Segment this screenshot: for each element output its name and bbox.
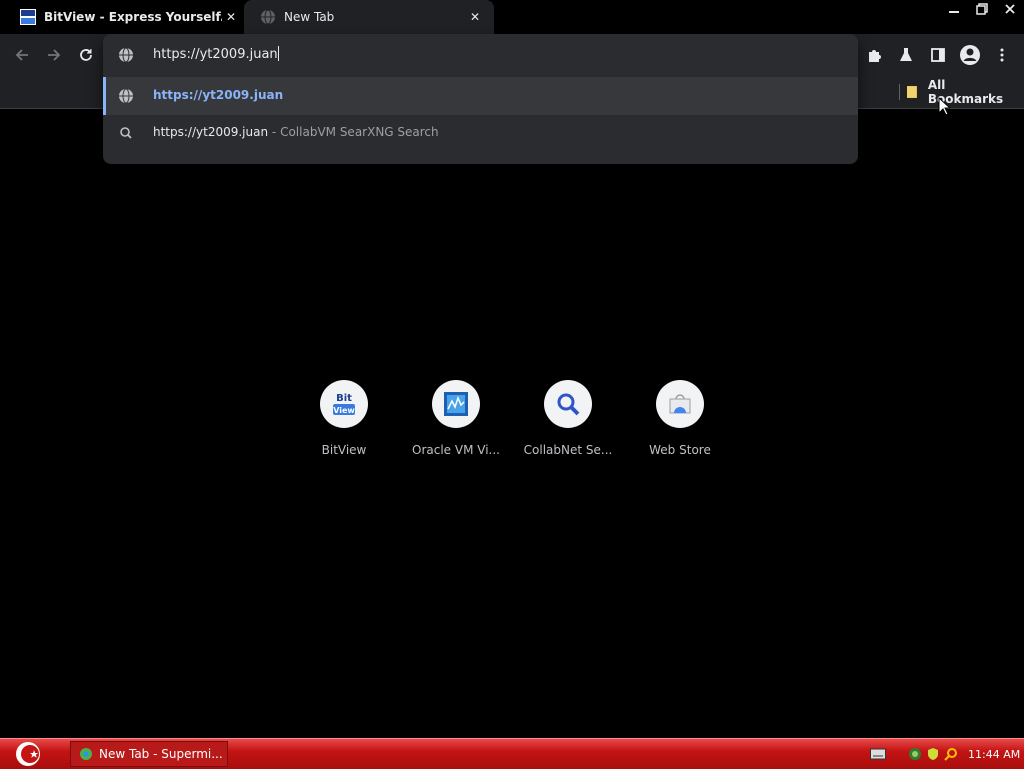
forward-icon[interactable] [42, 43, 66, 67]
shortcut-tile[interactable] [656, 380, 704, 428]
tab-bitview[interactable]: BitView - Express Yourself. ✕ [0, 0, 250, 34]
search-tray-icon[interactable] [944, 747, 958, 761]
bookmarks-divider [899, 84, 900, 100]
start-logo-icon [16, 742, 40, 766]
shortcut-tile[interactable] [544, 380, 592, 428]
shortcut-oracle-vm[interactable]: Oracle VM Vi... [406, 380, 506, 457]
suggestion-item[interactable]: https://yt2009.juan - CollabVM SearXNG S… [103, 114, 858, 152]
taskbar-item-chrome[interactable]: New Tab - Supermi... [70, 741, 228, 767]
search-icon [120, 127, 132, 139]
start-button[interactable] [8, 739, 48, 769]
all-bookmarks-button[interactable]: All Bookmarks [906, 78, 1024, 106]
omnibox-input[interactable]: https://yt2009.juan [153, 46, 279, 62]
reload-icon[interactable] [74, 43, 98, 67]
extensions-icon[interactable] [862, 43, 886, 67]
folder-icon [906, 86, 917, 98]
bitview-favicon-icon [20, 9, 36, 25]
keyboard-icon[interactable] [870, 748, 886, 760]
suggestion-text: https://yt2009.juan - CollabVM SearXNG S… [153, 125, 439, 139]
close-icon[interactable] [996, 0, 1024, 18]
system-tray: 11:44 AM [870, 741, 1020, 767]
tab-title: BitView - Express Yourself. [44, 10, 222, 24]
text-caret [277, 46, 279, 61]
shortcut-label: BitView [321, 443, 367, 457]
minimize-icon[interactable] [940, 0, 968, 18]
globe-icon [119, 47, 133, 63]
globe-icon [119, 88, 133, 104]
omnibox-input-row[interactable]: https://yt2009.juan [103, 34, 858, 76]
shortcut-bitview[interactable]: Bit View BitView [294, 380, 394, 457]
shortcut-tile[interactable] [432, 380, 480, 428]
suggestion-separator: - [271, 125, 277, 139]
suggestion-url: https://yt2009.juan [153, 125, 269, 139]
security-icon[interactable] [926, 747, 940, 761]
mouse-cursor-icon [938, 97, 950, 116]
shortcut-label: Oracle VM Vi... [412, 443, 500, 457]
labs-icon[interactable] [894, 43, 918, 67]
magnifier-icon [557, 393, 580, 416]
webstore-icon [669, 394, 691, 414]
omnibox-dropdown: https://yt2009.juan https://yt2009.juan … [103, 34, 858, 164]
svg-text:Bit: Bit [336, 393, 352, 404]
menu-icon[interactable] [990, 43, 1014, 67]
network-icon[interactable] [908, 747, 922, 761]
tab-close-icon[interactable]: ✕ [222, 8, 240, 26]
restore-icon[interactable] [968, 0, 996, 18]
omnibox-value: https://yt2009.juan [153, 47, 278, 62]
tab-title: New Tab [284, 10, 335, 24]
title-bar: BitView - Express Yourself. ✕ New Tab ✕ [0, 0, 1024, 34]
suggestion-description: CollabVM SearXNG Search [280, 125, 439, 139]
side-panel-icon[interactable] [926, 43, 950, 67]
shortcut-tile[interactable]: Bit View [320, 380, 368, 428]
tab-new-tab[interactable]: New Tab ✕ [244, 0, 494, 34]
suggestion-item[interactable]: https://yt2009.juan [103, 77, 858, 115]
shortcut-collabnet[interactable]: CollabNet Se... [518, 380, 618, 457]
taskbar: New Tab - Supermi... 11:44 AM [0, 738, 1024, 769]
suggestion-text: https://yt2009.juan [153, 88, 284, 102]
taskbar-item-label: New Tab - Supermi... [99, 747, 223, 761]
bitview-icon: Bit View [333, 393, 355, 415]
shortcut-web-store[interactable]: Web Store [630, 380, 730, 457]
virtualbox-icon [444, 392, 468, 416]
profile-icon[interactable] [958, 43, 982, 67]
window-controls [940, 0, 1024, 18]
browser-app-icon [80, 748, 92, 760]
shortcut-label: Web Store [649, 443, 711, 457]
tab-close-icon[interactable]: ✕ [466, 8, 484, 26]
shortcut-label: CollabNet Se... [523, 443, 613, 457]
svg-text:View: View [333, 406, 355, 415]
globe-favicon-icon [261, 9, 275, 25]
back-icon[interactable] [10, 43, 34, 67]
selection-indicator [103, 77, 106, 115]
clock[interactable]: 11:44 AM [968, 748, 1020, 761]
